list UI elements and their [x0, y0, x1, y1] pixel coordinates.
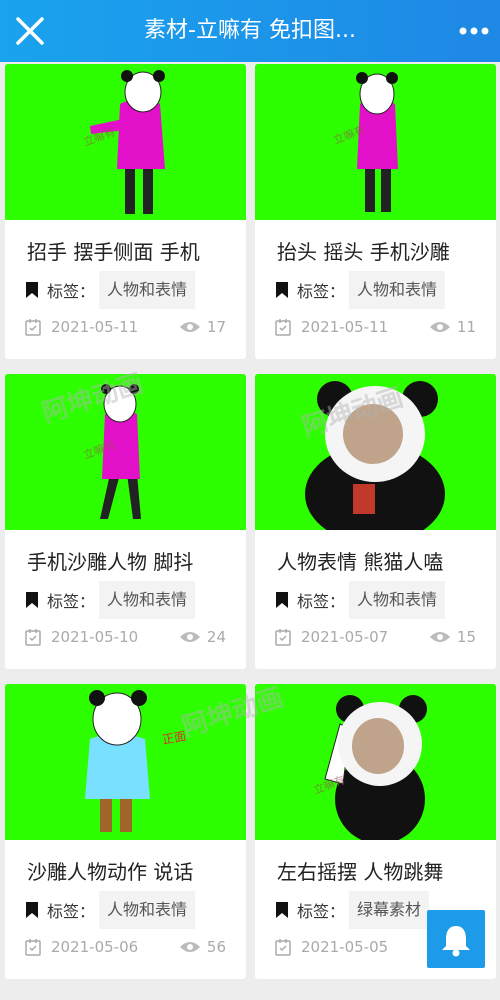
- calendar-check-icon: [25, 319, 41, 336]
- card-meta: 2021-05-07 15: [275, 626, 476, 648]
- pink-panda-standing-image: 立嘛有: [255, 64, 496, 220]
- tag-row: 标签： 人物和表情: [275, 271, 446, 309]
- card-meta: 2021-05-11 17: [25, 316, 226, 338]
- pink-panda-waving-image: 立嘛有: [5, 64, 246, 220]
- eye-icon: [429, 632, 450, 642]
- card-date: 2021-05-07: [301, 628, 389, 646]
- tag-row: 标签： 绿幕素材: [275, 891, 430, 929]
- tag-row: 标签： 人物和表情: [25, 581, 196, 619]
- bookmark-icon: [276, 902, 288, 918]
- more-icon[interactable]: [456, 16, 492, 46]
- card-title: 手机沙雕人物 脚抖: [27, 550, 194, 574]
- tag-row: 标签： 人物和表情: [25, 891, 196, 929]
- tag-value[interactable]: 绿幕素材: [349, 891, 430, 929]
- close-icon[interactable]: [10, 11, 50, 51]
- calendar-check-icon: [25, 629, 41, 646]
- eye-icon: [179, 322, 200, 332]
- card-meta: 2021-05-11 11: [275, 316, 476, 338]
- tag-value[interactable]: 人物和表情: [99, 891, 196, 929]
- bookmark-icon: [26, 902, 38, 918]
- card-title: 招手 摆手侧面 手机: [27, 240, 200, 264]
- tag-value[interactable]: 人物和表情: [99, 271, 196, 309]
- bookmark-icon: [276, 282, 288, 298]
- calendar-check-icon: [275, 629, 291, 646]
- page-title: 素材-立嘛有 免扣图...: [144, 18, 356, 43]
- app-header: 素材-立嘛有 免扣图...: [0, 0, 500, 62]
- card-date: 2021-05-10: [51, 628, 139, 646]
- tag-label: 标签：: [47, 282, 96, 301]
- tag-label: 标签：: [47, 592, 96, 611]
- card-title: 沙雕人物动作 说话: [27, 860, 194, 884]
- card-title: 人物表情 熊猫人嗑: [277, 550, 444, 574]
- tag-row: 标签： 人物和表情: [275, 581, 446, 619]
- card-date: 2021-05-05: [301, 938, 389, 956]
- calendar-check-icon: [25, 939, 41, 956]
- tag-label: 标签：: [297, 592, 346, 611]
- card-date: 2021-05-11: [301, 318, 389, 336]
- eye-icon: [179, 632, 200, 642]
- card-thumbnail[interactable]: 立嘛有: [255, 684, 496, 840]
- eye-icon: [429, 322, 450, 332]
- material-card[interactable]: 立嘛有 手机沙雕人物 脚抖 标签： 人物和表情 2021-05-10 24: [5, 374, 246, 669]
- view-count: 15: [456, 628, 476, 646]
- view-count: 11: [456, 318, 476, 336]
- tag-value[interactable]: 人物和表情: [99, 581, 196, 619]
- tag-value[interactable]: 人物和表情: [349, 271, 446, 309]
- tag-value[interactable]: 人物和表情: [349, 581, 446, 619]
- tag-row: 标签： 人物和表情: [25, 271, 196, 309]
- notification-button[interactable]: [427, 910, 485, 968]
- card-meta: 2021-05-06 56: [25, 936, 226, 958]
- bell-icon: [442, 926, 470, 957]
- bookmark-icon: [26, 592, 38, 608]
- view-count: 56: [206, 938, 226, 956]
- bookmark-icon: [276, 592, 288, 608]
- card-title: 左右摇摆 人物跳舞: [277, 860, 444, 884]
- card-date: 2021-05-11: [51, 318, 139, 336]
- card-title: 抬头 摇头 手机沙雕: [277, 240, 450, 264]
- bookmark-icon: [26, 282, 38, 298]
- tag-label: 标签：: [297, 282, 346, 301]
- tag-label: 标签：: [47, 902, 96, 921]
- card-thumbnail[interactable]: 立嘛有: [255, 64, 496, 220]
- material-card[interactable]: 立嘛有 抬头 摇头 手机沙雕 标签： 人物和表情 2021-05-11 11: [255, 64, 496, 359]
- eye-icon: [179, 942, 200, 952]
- calendar-check-icon: [275, 939, 291, 956]
- card-thumbnail[interactable]: 立嘛有: [5, 64, 246, 220]
- card-meta: 2021-05-10 24: [25, 626, 226, 648]
- calendar-check-icon: [275, 319, 291, 336]
- view-count: 17: [206, 318, 226, 336]
- card-date: 2021-05-06: [51, 938, 139, 956]
- view-count: 24: [206, 628, 226, 646]
- panda-dancing-image: 立嘛有: [255, 684, 496, 840]
- material-card[interactable]: 立嘛有 招手 摆手侧面 手机 标签： 人物和表情 2021-05-11 17: [5, 64, 246, 359]
- tag-label: 标签：: [297, 902, 346, 921]
